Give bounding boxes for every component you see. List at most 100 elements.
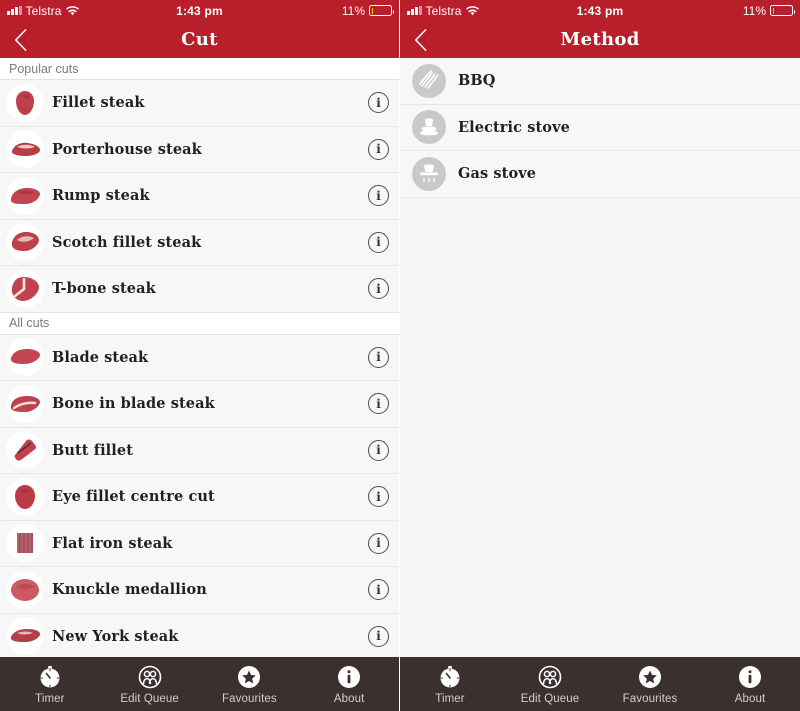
list-item-label: Flat iron steak xyxy=(52,534,173,552)
list-item[interactable]: T-bone steak i xyxy=(0,266,399,313)
info-icon[interactable]: i xyxy=(368,346,389,368)
butt-fillet-thumb xyxy=(6,431,44,470)
list-item[interactable]: Bone in blade steak i xyxy=(0,381,399,428)
tab-favourites[interactable]: Favourites xyxy=(600,664,700,705)
page-title: Cut xyxy=(181,29,218,50)
list-item[interactable]: New York steak i xyxy=(0,613,399,657)
dual-screenshot-container: Telstra 1:43 pm 11% Cut Popular cuts Fil… xyxy=(0,0,800,711)
tab-about[interactable]: About xyxy=(299,664,399,705)
list-item[interactable]: Electric stove xyxy=(400,104,800,151)
tab-edit-queue[interactable]: Edit Queue xyxy=(100,664,200,705)
status-bar-left: Telstra 1:43 pm 11% xyxy=(0,0,399,21)
info-icon[interactable]: i xyxy=(368,625,389,647)
right-phone-screen: Telstra 1:43 pm 11% Method BBQ Electric … xyxy=(400,0,800,711)
carrier-label: Telstra xyxy=(25,3,62,18)
list-item-label: Porterhouse steak xyxy=(52,140,202,158)
list-item[interactable]: Rump steak i xyxy=(0,173,399,220)
info-icon[interactable]: i xyxy=(368,278,389,300)
flat-iron-steak-thumb xyxy=(6,524,44,563)
list-item[interactable]: Flat iron steak i xyxy=(0,520,399,567)
cut-list[interactable]: Popular cuts Fillet steak i Porterhouse … xyxy=(0,58,399,657)
info-icon[interactable]: i xyxy=(368,393,389,415)
rump-steak-thumb xyxy=(6,176,44,215)
list-item[interactable]: Blade steak i xyxy=(0,334,399,381)
list-item-label: Blade steak xyxy=(52,348,149,366)
signal-bars-icon xyxy=(7,6,22,15)
battery-percent-label: 11% xyxy=(742,3,766,18)
page-title: Method xyxy=(560,29,640,50)
list-item-label: New York steak xyxy=(52,627,179,645)
info-icon[interactable]: i xyxy=(368,185,389,207)
tab-bar-left[interactable]: Timer Edit Queue Favourites About xyxy=(0,657,399,711)
method-list[interactable]: BBQ Electric stove Gas stove xyxy=(400,58,800,657)
fillet-steak-thumb xyxy=(6,83,44,122)
list-item-label: T-bone steak xyxy=(52,280,156,298)
info-icon xyxy=(336,664,362,690)
timer-icon xyxy=(37,664,63,690)
info-icon[interactable]: i xyxy=(368,138,389,160)
list-item-label: Rump steak xyxy=(52,187,150,205)
info-icon[interactable]: i xyxy=(368,92,389,114)
info-icon xyxy=(737,664,763,690)
list-item[interactable]: Scotch fillet steak i xyxy=(0,219,399,266)
info-icon[interactable]: i xyxy=(368,231,389,253)
tab-edit-queue[interactable]: Edit Queue xyxy=(500,664,600,705)
tab-label: Edit Queue xyxy=(520,692,580,705)
list-item[interactable]: BBQ xyxy=(400,58,800,105)
section-header-popular-cuts: Popular cuts xyxy=(0,58,399,80)
bone-in-blade-steak-thumb xyxy=(6,384,44,423)
info-icon[interactable]: i xyxy=(368,579,389,601)
scotch-fillet-steak-thumb xyxy=(6,223,44,262)
tab-about[interactable]: About xyxy=(700,664,800,705)
chevron-left-icon xyxy=(14,28,27,51)
tab-label: Favourites xyxy=(622,692,678,705)
new-york-steak-thumb xyxy=(6,617,44,656)
edit-queue-icon xyxy=(137,664,163,690)
list-item-label: BBQ xyxy=(458,72,496,90)
battery-percent-label: 11% xyxy=(341,3,365,18)
tab-label: About xyxy=(333,692,365,705)
list-item[interactable]: Eye fillet centre cut i xyxy=(0,474,399,521)
list-item-label: Eye fillet centre cut xyxy=(52,488,215,506)
info-icon[interactable]: i xyxy=(368,439,389,461)
list-item-label: Butt fillet xyxy=(52,441,134,459)
signal-bars-icon xyxy=(407,6,422,15)
left-phone-screen: Telstra 1:43 pm 11% Cut Popular cuts Fil… xyxy=(0,0,400,711)
list-item-label: Bone in blade steak xyxy=(52,395,215,413)
list-item-label: Fillet steak xyxy=(52,94,145,112)
tab-label: Edit Queue xyxy=(120,692,179,705)
star-icon xyxy=(637,664,663,690)
nav-bar-right: Method xyxy=(400,21,800,58)
tab-label: Timer xyxy=(435,692,465,705)
chevron-left-icon xyxy=(414,28,427,51)
list-item[interactable]: Porterhouse steak i xyxy=(0,126,399,173)
status-bar-left-group: Telstra xyxy=(7,4,79,18)
t-bone-steak-thumb xyxy=(6,269,44,308)
eye-fillet-centre-cut-thumb xyxy=(6,477,44,516)
list-item[interactable]: Gas stove xyxy=(400,151,800,198)
electric-stove-icon xyxy=(412,110,446,145)
info-icon[interactable]: i xyxy=(368,532,389,554)
tab-bar-right[interactable]: Timer Edit Queue Favourites About xyxy=(400,657,800,711)
tab-timer[interactable]: Timer xyxy=(400,664,500,705)
list-item[interactable]: Butt fillet i xyxy=(0,427,399,474)
edit-queue-icon xyxy=(537,664,563,690)
status-bar-left-group: Telstra xyxy=(407,4,479,18)
tab-timer[interactable]: Timer xyxy=(0,664,100,705)
info-icon[interactable]: i xyxy=(368,486,389,508)
back-button[interactable] xyxy=(400,21,440,58)
tab-favourites[interactable]: Favourites xyxy=(200,664,300,705)
section-header-all-cuts: All cuts xyxy=(0,312,399,335)
list-item-label: Electric stove xyxy=(458,118,570,136)
status-bar-right-group: 11% xyxy=(742,3,795,18)
list-item[interactable]: Fillet steak i xyxy=(0,80,399,127)
back-button[interactable] xyxy=(0,21,40,58)
carrier-label: Telstra xyxy=(425,3,462,18)
list-item[interactable]: Knuckle medallion i xyxy=(0,567,399,614)
wifi-icon xyxy=(65,5,79,16)
list-item-label: Knuckle medallion xyxy=(52,581,207,599)
tab-label: Favourites xyxy=(222,692,277,705)
wifi-icon xyxy=(465,5,479,16)
tab-label: Timer xyxy=(35,692,65,705)
list-item-label: Gas stove xyxy=(458,165,537,183)
